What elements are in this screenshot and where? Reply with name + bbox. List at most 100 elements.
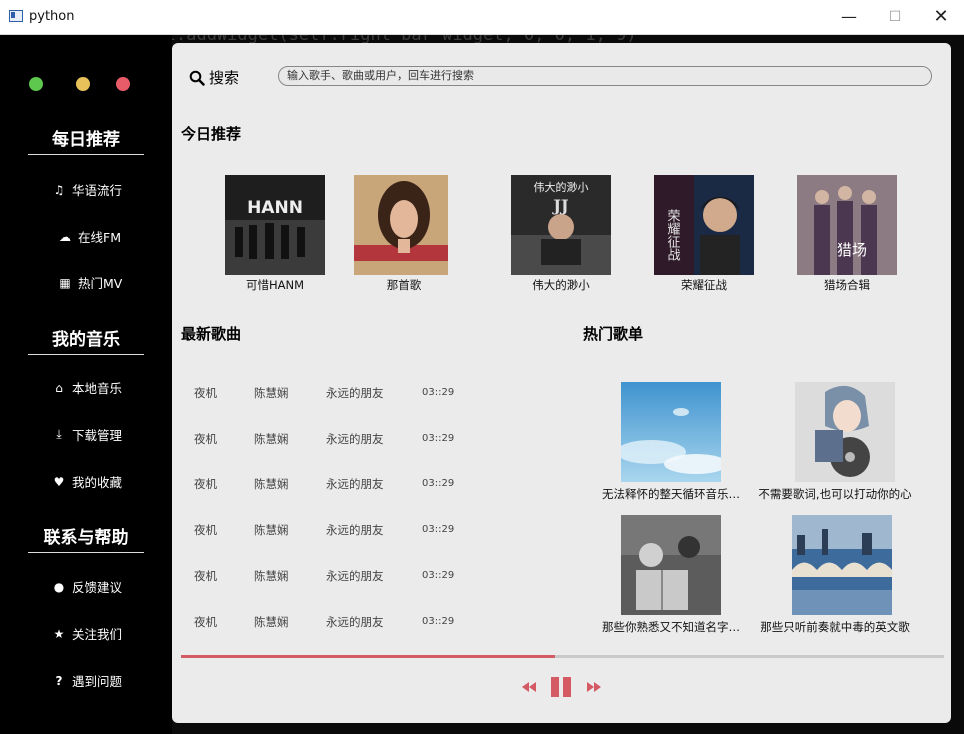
sidebar-item-chinese-pop[interactable]: ♫ 华语流行 bbox=[52, 180, 122, 199]
song-album: 永远的朋友 bbox=[326, 569, 384, 583]
album-cover-image: 猎场 bbox=[797, 175, 897, 275]
sidebar-item-label: 下载管理 bbox=[72, 428, 123, 443]
fast-forward-icon bbox=[587, 682, 601, 692]
sidebar-item-online-fm[interactable]: ☁ 在线FM bbox=[58, 227, 121, 246]
playback-progress-fill bbox=[181, 655, 555, 658]
music-note-icon: ♫ bbox=[53, 182, 65, 197]
search-icon bbox=[189, 70, 205, 86]
close-dot-button[interactable] bbox=[116, 77, 130, 91]
heart-icon: ♥ bbox=[53, 474, 65, 489]
star-icon: ★ bbox=[53, 626, 65, 641]
playlist-cover-image bbox=[621, 382, 721, 482]
rewind-icon bbox=[522, 682, 536, 692]
album-cover-image bbox=[354, 175, 448, 275]
sidebar-item-downloads[interactable]: ⤓ 下载管理 bbox=[52, 425, 122, 444]
section-title-help: 联系与帮助 bbox=[28, 523, 144, 553]
song-artist: 陈慧娴 bbox=[254, 569, 289, 583]
song-album: 永远的朋友 bbox=[326, 432, 384, 446]
playlists-heading: 热门歌单 bbox=[583, 325, 644, 343]
song-name: 夜机 bbox=[194, 386, 217, 400]
song-duration: 03::29 bbox=[422, 570, 455, 581]
film-icon: ▦ bbox=[59, 275, 71, 290]
playlist-title: 无法释怀的整天循环音乐… bbox=[602, 487, 740, 501]
comment-icon: ● bbox=[53, 579, 65, 594]
next-button[interactable] bbox=[586, 679, 602, 700]
svg-text:JJ: JJ bbox=[551, 196, 568, 215]
play-pause-button[interactable] bbox=[549, 675, 573, 704]
sidebar: 每日推荐 ♫ 华语流行 ☁ 在线FM ▦ 热门MV 我的音乐 ⌂ 本地音乐 ⤓ … bbox=[0, 35, 172, 734]
search-label[interactable]: 搜索 bbox=[189, 67, 239, 88]
recommend-title: 伟大的渺小 bbox=[532, 278, 590, 292]
album-cover-image: HANN bbox=[225, 175, 325, 275]
song-artist: 陈慧娴 bbox=[254, 432, 289, 446]
section-title-my-music: 我的音乐 bbox=[28, 325, 144, 355]
sidebar-item-label: 反馈建议 bbox=[72, 580, 123, 595]
sidebar-item-label: 我的收藏 bbox=[72, 475, 123, 490]
album-cover-text: 猎场 bbox=[837, 241, 867, 259]
section-title-daily: 每日推荐 bbox=[28, 125, 144, 155]
recommend-title: 荣耀征战 bbox=[681, 278, 727, 292]
maximize-dot-button[interactable] bbox=[29, 77, 43, 91]
song-artist: 陈慧娴 bbox=[254, 523, 289, 537]
album-cover-text: 荣耀征战 bbox=[665, 209, 681, 262]
playlist-title: 那些只听前奏就中毒的英文歌 bbox=[760, 620, 910, 634]
sidebar-item-problems[interactable]: ? 遇到问题 bbox=[52, 671, 123, 690]
song-artist: 陈慧娴 bbox=[254, 615, 289, 629]
playlist-title: 那些你熟悉又不知道名字… bbox=[602, 620, 740, 634]
album-cover-image: 伟大的渺小 JJ bbox=[511, 175, 611, 275]
playlist-title: 不需要歌词,也可以打动你的心 bbox=[758, 487, 912, 501]
newsongs-heading: 最新歌曲 bbox=[181, 325, 242, 343]
home-icon: ⌂ bbox=[55, 380, 63, 395]
minimize-button[interactable]: — bbox=[826, 0, 872, 34]
sidebar-item-local-music[interactable]: ⌂ 本地音乐 bbox=[52, 378, 122, 397]
song-name: 夜机 bbox=[194, 615, 217, 629]
song-album: 永远的朋友 bbox=[326, 477, 384, 491]
song-duration: 03::29 bbox=[422, 616, 455, 627]
album-cover-text: 伟大的渺小 bbox=[534, 180, 589, 194]
song-album: 永远的朋友 bbox=[326, 386, 384, 400]
maximize-button[interactable]: ☐ bbox=[872, 0, 918, 34]
search-input[interactable] bbox=[278, 66, 932, 86]
playback-progress-bar[interactable] bbox=[181, 655, 944, 658]
sidebar-item-feedback[interactable]: ● 反馈建议 bbox=[52, 577, 122, 596]
main-panel: 搜索 今日推荐 HANN 可惜HANM 那首歌 伟大的渺小 JJ bbox=[172, 43, 951, 723]
sidebar-item-label: 热门MV bbox=[78, 276, 123, 291]
recommend-title: 猎场合辑 bbox=[824, 278, 870, 292]
recommend-title: 那首歌 bbox=[386, 278, 422, 292]
minimize-dot-button[interactable] bbox=[76, 77, 90, 91]
song-duration: 03::29 bbox=[422, 524, 455, 535]
recommend-title: 可惜HANM bbox=[245, 278, 305, 292]
pause-icon bbox=[551, 677, 571, 697]
song-album: 永远的朋友 bbox=[326, 615, 384, 629]
song-duration: 03::29 bbox=[422, 433, 455, 444]
playlist-cover-image bbox=[621, 515, 721, 615]
song-name: 夜机 bbox=[194, 523, 217, 537]
song-duration: 03::29 bbox=[422, 387, 455, 398]
previous-button[interactable] bbox=[521, 679, 537, 700]
sidebar-item-follow-us[interactable]: ★ 关注我们 bbox=[52, 624, 122, 643]
song-duration: 03::29 bbox=[422, 478, 455, 489]
playlist-cover-image bbox=[792, 515, 892, 615]
sidebar-item-label: 遇到问题 bbox=[72, 674, 123, 689]
song-album: 永远的朋友 bbox=[326, 523, 384, 537]
sidebar-item-label: 关注我们 bbox=[72, 627, 123, 642]
sidebar-item-label: 华语流行 bbox=[72, 183, 123, 198]
song-artist: 陈慧娴 bbox=[254, 477, 289, 491]
album-cover-text: HANN bbox=[247, 198, 303, 218]
sidebar-item-hot-mv[interactable]: ▦ 热门MV bbox=[58, 273, 122, 292]
window-titlebar[interactable]: python — ☐ ✕ bbox=[0, 0, 964, 35]
song-name: 夜机 bbox=[194, 432, 217, 446]
song-name: 夜机 bbox=[194, 569, 217, 583]
recommend-heading: 今日推荐 bbox=[181, 125, 242, 143]
song-name: 夜机 bbox=[194, 477, 217, 491]
song-artist: 陈慧娴 bbox=[254, 386, 289, 400]
close-button[interactable]: ✕ bbox=[918, 0, 964, 34]
sidebar-item-label: 在线FM bbox=[78, 230, 121, 245]
sidebar-item-favorites[interactable]: ♥ 我的收藏 bbox=[52, 472, 122, 491]
cloud-icon: ☁ bbox=[59, 229, 71, 244]
window-title: python bbox=[29, 9, 75, 24]
playlist-cover-image bbox=[795, 382, 895, 482]
question-icon: ? bbox=[55, 673, 63, 688]
download-icon: ⤓ bbox=[56, 427, 62, 441]
album-cover-image: 荣耀征战 bbox=[654, 175, 754, 275]
